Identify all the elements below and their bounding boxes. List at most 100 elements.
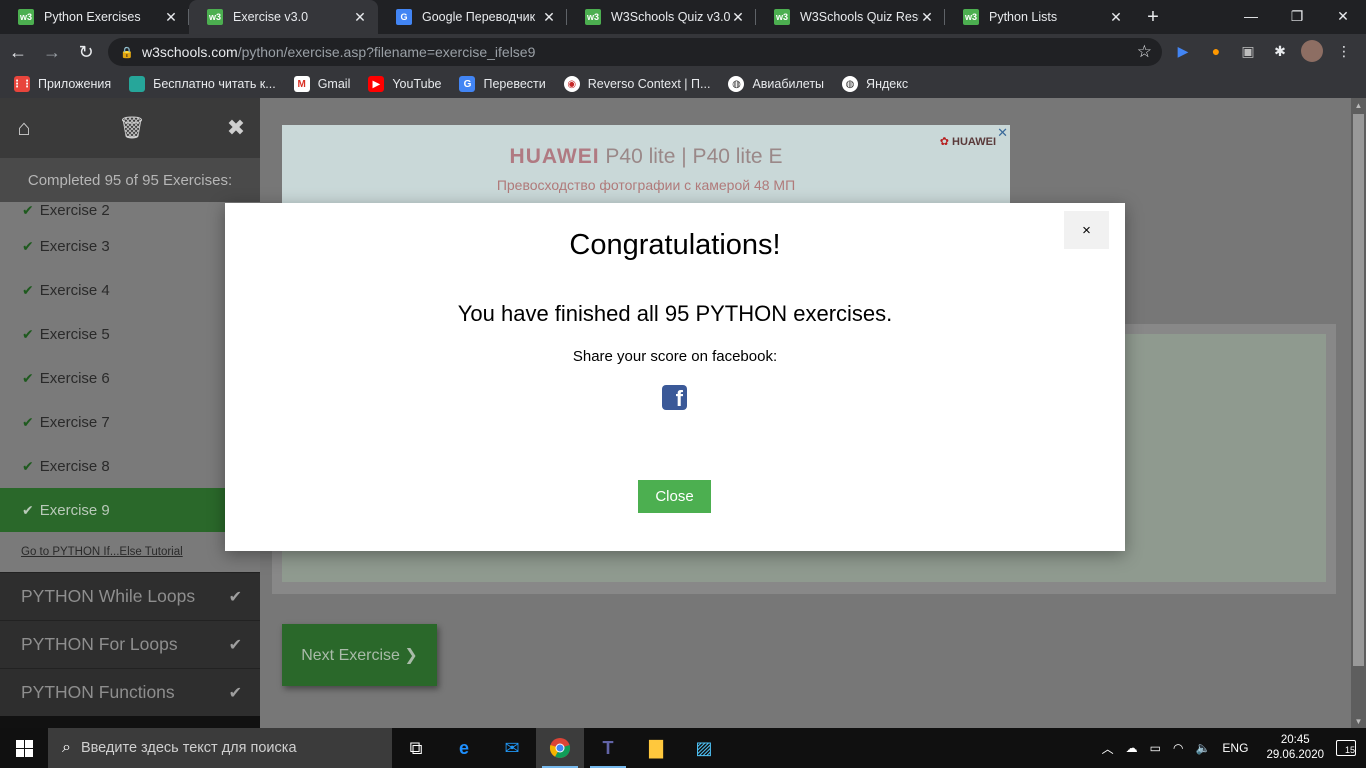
exercise-item[interactable]: ✔ Exercise 4: [0, 268, 260, 312]
ad-close-icon[interactable]: ✕: [997, 125, 1008, 141]
trash-icon[interactable]: 🗑: [118, 115, 146, 141]
tab-google-translate[interactable]: G Google Переводчик ✕: [378, 0, 567, 34]
bookmark-gmail[interactable]: M Gmail: [293, 76, 351, 92]
w3schools-favicon-icon: w3: [963, 9, 979, 25]
tab-close-icon[interactable]: ✕: [1108, 9, 1124, 25]
tab-close-icon[interactable]: ✕: [163, 9, 179, 25]
extensions-puzzle-icon[interactable]: ✱: [1269, 40, 1291, 62]
scroll-up-arrow-icon[interactable]: ▲: [1351, 98, 1366, 112]
onedrive-icon[interactable]: ☁: [1126, 741, 1138, 755]
exercise-list: ✔ Exercise 2 ✔ Exercise 3 ✔ Exercise 4 ✔ Exe…: [0, 202, 260, 532]
bookmark-label: Gmail: [317, 77, 351, 91]
exercise-item[interactable]: ✔ Exercise 5: [0, 312, 260, 356]
bookmark-flights[interactable]: ◍ Авиабилеты: [728, 76, 824, 92]
taskbar-search[interactable]: ⌕ Введите здесь текст для поиска: [48, 728, 392, 768]
exercise-label: Exercise 3: [39, 237, 110, 255]
exercise-item[interactable]: ✔ Exercise 6: [0, 356, 260, 400]
bookmarks-bar: ⋮⋮ Приложения Бесплатно читать к... M Gmai…: [0, 70, 1366, 98]
network-icon[interactable]: ◠: [1173, 741, 1183, 755]
bookmark-translate[interactable]: G Перевести: [459, 76, 546, 92]
start-button[interactable]: [0, 728, 48, 768]
battery-icon[interactable]: ▭: [1150, 741, 1161, 755]
exercise-item-active[interactable]: ✔ Exercise 9: [0, 488, 260, 532]
tab-close-icon[interactable]: ✕: [541, 9, 557, 25]
w3schools-favicon-icon: w3: [207, 9, 223, 25]
section-while-loops[interactable]: PYTHON While Loops ✔: [0, 572, 260, 620]
address-url: w3schools.com/python/exercise.asp?filena…: [142, 44, 535, 60]
close-window-icon[interactable]: ✕: [1320, 0, 1366, 32]
tab-exercise-v3[interactable]: w3 Exercise v3.0 ✕: [189, 0, 378, 34]
tab-w3schools-quiz-result[interactable]: w3 W3Schools Quiz Result ✕: [756, 0, 945, 34]
tab-python-exercises[interactable]: w3 Python Exercises ✕: [0, 0, 189, 34]
section-functions[interactable]: PYTHON Functions ✔: [0, 668, 260, 716]
tab-close-icon[interactable]: ✕: [730, 9, 746, 25]
edge-icon[interactable]: e: [440, 728, 488, 768]
menu-dots-icon[interactable]: ⋮: [1333, 40, 1355, 62]
tray-expand-icon[interactable]: ︿: [1102, 740, 1114, 757]
minimize-icon[interactable]: —: [1228, 0, 1274, 32]
next-exercise-button[interactable]: Next Exercise ❯: [282, 624, 437, 686]
play-extension-icon[interactable]: ▶: [1172, 40, 1194, 62]
bookmark-reverso[interactable]: ◉ Reverso Context | П...: [563, 76, 710, 92]
media-extension-icon[interactable]: ●: [1205, 40, 1227, 62]
globe-icon: ◍: [842, 76, 859, 92]
close-icon[interactable]: ✖: [224, 115, 248, 141]
back-arrow-icon[interactable]: ←: [2, 36, 34, 68]
home-icon[interactable]: ⌂: [12, 115, 36, 141]
scrollbar-thumb[interactable]: [1353, 114, 1364, 666]
globe-icon: ◍: [728, 76, 745, 92]
facebook-icon[interactable]: f: [662, 385, 687, 410]
bookmark-label: Яндекс: [866, 77, 909, 91]
chrome-logo: [549, 738, 571, 758]
teams-icon[interactable]: T: [584, 728, 632, 768]
profile-avatar[interactable]: [1301, 40, 1323, 62]
notifications-icon[interactable]: 15: [1336, 740, 1356, 756]
exercise-label: Exercise 2: [39, 202, 110, 219]
clock[interactable]: 20:45 29.06.2020: [1266, 733, 1324, 763]
tab-python-lists[interactable]: w3 Python Lists ✕: [945, 0, 1134, 34]
chrome-icon[interactable]: [536, 728, 584, 768]
file-explorer-icon[interactable]: ▇: [632, 728, 680, 768]
task-view-icon[interactable]: ⧉: [392, 728, 440, 768]
window-controls: — ❐ ✕: [1228, 0, 1366, 32]
restore-icon[interactable]: ❐: [1274, 0, 1320, 32]
section-for-loops[interactable]: PYTHON For Loops ✔: [0, 620, 260, 668]
system-tray: ︿ ☁ ▭ ◠ 🔈 ENG 20:45 29.06.2020 15: [1096, 728, 1366, 768]
language-indicator[interactable]: ENG: [1222, 741, 1248, 755]
bookmark-star-icon[interactable]: ☆: [1137, 42, 1152, 62]
apps-grid-icon: ⋮⋮: [12, 76, 32, 92]
bookmark-read-free[interactable]: Бесплатно читать к...: [129, 76, 276, 92]
check-icon: ✔: [22, 281, 34, 298]
bookmark-yandex[interactable]: ◍ Яндекс: [842, 76, 908, 92]
tab-close-icon[interactable]: ✕: [352, 9, 368, 25]
new-tab-button[interactable]: +: [1138, 0, 1168, 34]
exercise-item[interactable]: ✔ Exercise 3: [0, 224, 260, 268]
tutorial-link[interactable]: Go to PYTHON If...Else Tutorial: [0, 532, 260, 572]
tab-w3schools-quiz[interactable]: w3 W3Schools Quiz v3.0 ✕: [567, 0, 756, 34]
bookmark-youtube[interactable]: ▶ YouTube: [368, 76, 441, 92]
browser-toolbar: ← → ↻ 🔒 w3schools.com/python/exercise.as…: [0, 34, 1366, 70]
flower-icon: ✿: [939, 136, 949, 148]
advertisement-banner[interactable]: HUAWEI P40 lite | P40 lite E Превосходст…: [282, 125, 1010, 215]
tab-close-icon[interactable]: ✕: [919, 9, 935, 25]
reload-icon[interactable]: ↻: [70, 36, 102, 68]
ad-logo-text: HUAWEI: [952, 136, 996, 148]
address-domain: w3schools.com: [142, 44, 238, 60]
exercise-item[interactable]: ✔ Exercise 8: [0, 444, 260, 488]
youtube-icon: ▶: [368, 76, 385, 92]
photos-icon[interactable]: ▨: [680, 728, 728, 768]
exercise-sidebar: ⌂ 🗑 ✖ Completed 95 of 95 Exercises: ✔ Exe…: [0, 98, 260, 728]
exercise-item[interactable]: ✔ Exercise 2: [0, 202, 260, 224]
exercise-item[interactable]: ✔ Exercise 7: [0, 400, 260, 444]
close-button[interactable]: Close: [638, 480, 711, 513]
screenshot-extension-icon[interactable]: ▣: [1237, 40, 1259, 62]
bookmark-apps[interactable]: ⋮⋮ Приложения: [12, 76, 111, 92]
scroll-down-arrow-icon[interactable]: ▼: [1351, 714, 1366, 728]
tab-title: W3Schools Quiz Result: [800, 10, 919, 24]
page-scrollbar[interactable]: ▲ ▼: [1351, 98, 1366, 728]
mail-icon[interactable]: ✉: [488, 728, 536, 768]
exercise-label: Exercise 5: [39, 325, 110, 343]
forward-arrow-icon[interactable]: →: [36, 36, 68, 68]
address-bar[interactable]: 🔒 w3schools.com/python/exercise.asp?file…: [108, 38, 1162, 66]
volume-icon[interactable]: 🔈: [1195, 741, 1210, 755]
